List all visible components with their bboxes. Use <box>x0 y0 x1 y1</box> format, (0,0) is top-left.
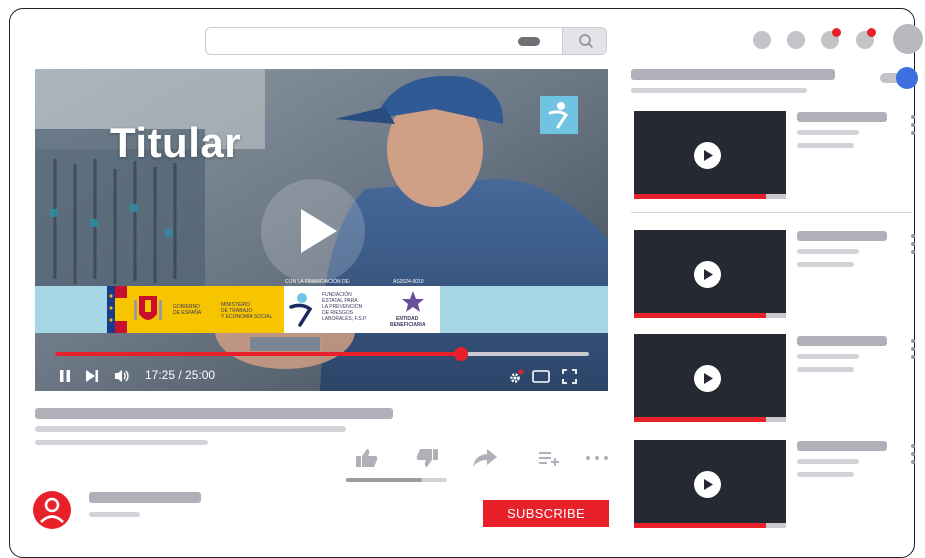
notification-badge <box>832 28 841 37</box>
related-meta-placeholder <box>797 249 859 254</box>
related-meta-placeholder <box>797 130 859 135</box>
up-next-sub-placeholder <box>631 88 807 93</box>
watch-progress-fill <box>634 313 767 318</box>
entity-line2: BENEFICIARIA <box>390 322 426 328</box>
thumbs-up-icon[interactable] <box>355 448 379 468</box>
subscribe-button[interactable]: SUBSCRIBE <box>483 500 609 527</box>
like-ratio-fill <box>346 478 422 482</box>
watch-progress-fill <box>634 194 767 199</box>
volume-icon[interactable] <box>114 368 130 384</box>
watch-progress-fill <box>634 417 767 422</box>
play-button <box>694 365 721 392</box>
play-button <box>694 471 721 498</box>
share-icon[interactable] <box>472 448 498 468</box>
gov-line2: DE ESPAÑA <box>173 310 202 316</box>
video-player[interactable]: Titular CON LA FINANCIACIÓN DE: AS2024-0… <box>35 69 608 391</box>
seek-bar[interactable] <box>55 347 589 361</box>
funding-caption: CON LA FINANCIACIÓN DE: <box>285 279 351 285</box>
gear-icon[interactable] <box>508 369 524 385</box>
more-vertical-icon[interactable] <box>910 444 916 464</box>
related-meta-placeholder-2 <box>797 143 854 148</box>
related-video-thumbnail[interactable] <box>634 334 786 422</box>
more-vertical-icon[interactable] <box>910 234 916 254</box>
video-title-overlay: Titular <box>110 119 242 166</box>
related-meta-placeholder <box>797 354 859 359</box>
big-play-button[interactable] <box>261 179 365 283</box>
ministry-line3: Y ECONOMÍA SOCIAL <box>221 314 273 320</box>
autoplay-toggle-knob <box>896 67 918 89</box>
more-vertical-icon[interactable] <box>910 115 916 135</box>
related-meta-placeholder-2 <box>797 367 854 372</box>
related-title-placeholder[interactable] <box>797 336 887 346</box>
autoplay-toggle[interactable] <box>880 67 918 89</box>
fund-line5: LABORALES, F.S.P. <box>322 316 368 322</box>
create-icon[interactable] <box>787 31 805 49</box>
related-video-thumbnail[interactable] <box>634 111 786 199</box>
channel-name-placeholder[interactable] <box>89 492 201 503</box>
play-icon <box>301 209 337 253</box>
search-icon <box>579 34 593 48</box>
up-next-heading-placeholder <box>631 69 835 80</box>
video-title-placeholder <box>35 408 393 419</box>
star-icon <box>402 291 424 312</box>
foundation-logo: FUNDACIÓN ESTATAL PARA LA PREVENCIÓN DE … <box>284 286 440 333</box>
miniplayer-icon[interactable] <box>532 370 550 383</box>
play-button <box>694 142 721 169</box>
government-logo: GOBIERNO DE ESPAÑA MINISTERIO DE TRABAJO… <box>107 286 284 333</box>
search-bar[interactable] <box>205 27 607 55</box>
user-avatar-icon[interactable] <box>33 491 71 529</box>
add-to-playlist-icon[interactable] <box>538 450 560 466</box>
related-title-placeholder[interactable] <box>797 441 887 451</box>
play-icon <box>704 150 713 161</box>
more-horizontal-icon[interactable] <box>585 455 609 461</box>
foundation-mark-icon <box>289 293 313 327</box>
search-query-placeholder <box>518 37 540 46</box>
eu-flag-icon <box>107 286 127 333</box>
play-icon <box>704 373 713 384</box>
related-meta-placeholder-2 <box>797 472 854 477</box>
fullscreen-icon[interactable] <box>562 369 577 384</box>
seek-handle[interactable] <box>453 347 468 361</box>
apps-icon[interactable] <box>753 31 771 49</box>
play-icon <box>704 479 713 490</box>
watch-progress <box>634 313 786 318</box>
sidebar-divider <box>631 212 912 213</box>
watch-progress <box>634 194 786 199</box>
subscriber-count-placeholder <box>89 512 140 517</box>
video-meta-placeholder <box>35 426 346 432</box>
more-vertical-icon[interactable] <box>910 339 916 359</box>
coat-of-arms-icon <box>134 296 162 320</box>
search-input[interactable] <box>206 28 562 54</box>
play-button <box>694 261 721 288</box>
project-code: AS2024-0010 <box>393 279 424 285</box>
search-button[interactable] <box>562 28 606 54</box>
video-meta-placeholder-2 <box>35 440 208 445</box>
time-display: 17:25 / 25:00 <box>145 368 216 382</box>
watch-progress <box>634 417 786 422</box>
thumbs-down-icon[interactable] <box>415 448 439 468</box>
watch-progress <box>634 523 786 528</box>
sponsor-banner: GOBIERNO DE ESPAÑA MINISTERIO DE TRABAJO… <box>35 286 608 333</box>
watch-progress-fill <box>634 523 767 528</box>
like-ratio-bar <box>346 478 447 482</box>
related-title-placeholder[interactable] <box>797 231 887 241</box>
related-video-thumbnail[interactable] <box>634 440 786 528</box>
pause-icon[interactable] <box>58 369 72 383</box>
play-icon <box>704 269 713 280</box>
brand-logo-badge <box>540 96 578 134</box>
related-meta-placeholder <box>797 459 859 464</box>
related-title-placeholder[interactable] <box>797 112 887 122</box>
seek-bar-played <box>55 352 461 356</box>
related-video-thumbnail[interactable] <box>634 230 786 318</box>
related-meta-placeholder-2 <box>797 262 854 267</box>
message-badge <box>867 28 876 37</box>
profile-avatar[interactable] <box>893 24 923 54</box>
skip-next-icon[interactable] <box>85 369 99 383</box>
